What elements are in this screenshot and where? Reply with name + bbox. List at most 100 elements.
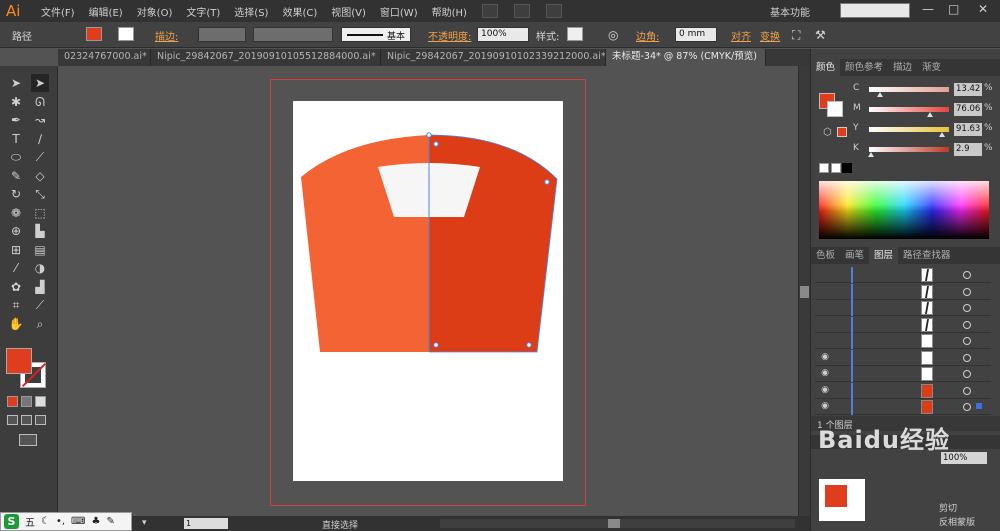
fill-color-box[interactable] [6, 348, 32, 374]
layer-target-icon[interactable] [963, 337, 971, 345]
channel-slider-knob[interactable] [926, 112, 933, 117]
tab-pathfinder[interactable]: 路径查找器 [898, 247, 956, 264]
tab-doc-active[interactable]: 未标题-34* @ 87% (CMYK/预览) [606, 49, 766, 66]
color-mode-icon[interactable] [7, 396, 18, 407]
channel-value-input[interactable]: 2.9 [954, 143, 982, 156]
layer-row[interactable]: ◉ [815, 366, 991, 382]
channel-value-input[interactable]: 13.42 [954, 83, 982, 96]
stroke-swatch[interactable] [118, 27, 134, 41]
zoom-icon[interactable]: ⌕ [31, 315, 49, 333]
ime-logo[interactable]: S [4, 514, 19, 529]
ellipse-icon[interactable]: ⬭ [7, 148, 25, 166]
column-graph-icon[interactable]: ▟ [31, 278, 49, 296]
recolor-icon[interactable]: ◎ [608, 28, 618, 42]
gradient-mode-icon[interactable] [21, 396, 32, 407]
vertical-scroll-thumb[interactable] [800, 286, 809, 298]
canvas[interactable] [58, 66, 798, 516]
none-mode-icon[interactable] [35, 396, 46, 407]
opacity-label[interactable]: 不透明度: [428, 28, 471, 43]
menu-window[interactable]: 窗口(W) [380, 4, 418, 19]
color-panel-stroke[interactable] [827, 101, 843, 117]
anchor-point[interactable] [433, 141, 439, 147]
vertical-scrollbar[interactable] [798, 66, 810, 516]
mesh-icon[interactable]: ⊞ [7, 241, 25, 259]
channel-slider-track[interactable] [869, 127, 949, 132]
line-icon[interactable]: ∕ [31, 130, 49, 148]
screen-mode-icon[interactable] [19, 434, 37, 446]
menu-edit[interactable]: 编辑(E) [89, 4, 123, 19]
draw-behind-icon[interactable] [21, 415, 32, 425]
panel-options-icon[interactable]: ⚒ [815, 28, 826, 42]
punctuation-icon[interactable]: •, [56, 516, 65, 527]
channel-slider-track[interactable] [869, 107, 949, 112]
layer-target-icon[interactable] [963, 320, 971, 329]
layer-target-icon[interactable] [963, 386, 971, 395]
channel-slider-knob[interactable] [876, 92, 883, 97]
menu-file[interactable]: 文件(F) [41, 4, 75, 19]
slice-icon[interactable]: ⟋ [31, 296, 49, 314]
layer-target-icon[interactable] [963, 271, 971, 279]
invert-mask-option[interactable]: 反相蒙版 [939, 515, 975, 528]
arrange-documents-button[interactable] [513, 4, 530, 18]
visibility-eye-icon[interactable] [818, 269, 832, 281]
rotate-icon[interactable]: ↻ [7, 185, 25, 203]
anchor-point[interactable] [526, 342, 532, 348]
channel-value-input[interactable]: 76.06 [954, 103, 982, 116]
tab-swatches[interactable]: 色板 [811, 247, 840, 264]
moon-icon[interactable]: ☾ [41, 516, 50, 527]
layer-target-icon[interactable] [963, 370, 971, 378]
eyedropper-icon[interactable]: ⁄ [7, 259, 25, 277]
bridge-button[interactable] [481, 4, 498, 18]
warp-icon[interactable]: ❁ [7, 204, 25, 222]
tab-gradient[interactable]: 渐变 [917, 59, 946, 76]
lasso-icon[interactable]: ᘏ [31, 93, 49, 111]
selection-indicator[interactable] [976, 403, 982, 409]
selection-icon[interactable]: ➤ [7, 74, 25, 92]
page-number-input[interactable]: 1 [184, 518, 228, 529]
channel-slider-track[interactable] [869, 147, 949, 152]
zoom-dropdown-arrow[interactable]: ▾ [142, 518, 147, 528]
layer-row[interactable]: ◉ [815, 382, 991, 399]
layer-target-icon[interactable] [963, 287, 971, 296]
layer-target-icon[interactable] [963, 353, 971, 362]
layer-target-icon[interactable] [963, 403, 971, 411]
tab-stroke[interactable]: 描边 [888, 59, 917, 76]
color-spectrum[interactable] [819, 181, 989, 239]
tab-doc-2[interactable]: Nipic_29842067_20190910105512884000.ai* [151, 49, 381, 66]
closest-color-swatch[interactable] [837, 127, 847, 137]
stroke-label[interactable]: 描边: [155, 28, 178, 43]
gpu-performance-button[interactable] [545, 4, 562, 18]
maximize-button[interactable]: □ [948, 2, 959, 16]
chart-icon[interactable]: ▙ [31, 222, 49, 240]
free-transform-icon[interactable]: ⬚ [31, 204, 49, 222]
type-icon[interactable]: T [7, 130, 25, 148]
workspace-switcher[interactable]: 基本功能 [770, 4, 810, 19]
tab-doc-1[interactable]: 02324767000.ai* [58, 49, 151, 66]
keyboard-icon[interactable]: ⌨ [71, 516, 85, 527]
fill-swatch[interactable] [86, 27, 102, 41]
stroke-weight-dropdown[interactable] [198, 27, 246, 42]
direct-selection-icon[interactable]: ➤ [31, 74, 49, 92]
menu-effect[interactable]: 效果(C) [282, 4, 317, 19]
settings-icon[interactable]: ✎ [106, 516, 114, 527]
shape-builder-icon[interactable]: ⊕ [7, 222, 25, 240]
align-link[interactable]: 对齐 [731, 28, 751, 43]
visibility-eye-icon[interactable]: ◉ [818, 352, 832, 364]
layer-row[interactable] [815, 267, 991, 283]
pencil-icon[interactable]: ✎ [7, 167, 25, 185]
layer-row[interactable]: ◉ [815, 399, 991, 415]
gradient-icon[interactable]: ▤ [31, 241, 49, 259]
black-swatch[interactable] [842, 163, 852, 173]
channel-slider-knob[interactable] [868, 152, 875, 157]
minimize-button[interactable]: — [922, 2, 934, 16]
visibility-eye-icon[interactable]: ◉ [818, 401, 832, 413]
layer-target-icon[interactable] [963, 304, 971, 312]
layer-row[interactable] [815, 300, 991, 316]
artboard-icon[interactable]: ⌗ [7, 296, 25, 314]
menu-help[interactable]: 帮助(H) [432, 4, 467, 19]
visibility-eye-icon[interactable]: ◉ [818, 368, 832, 380]
hand-icon[interactable]: ✋ [7, 315, 25, 333]
visibility-eye-icon[interactable] [818, 335, 832, 347]
channel-slider-knob[interactable] [939, 132, 946, 137]
navigator-preview[interactable] [819, 479, 865, 521]
